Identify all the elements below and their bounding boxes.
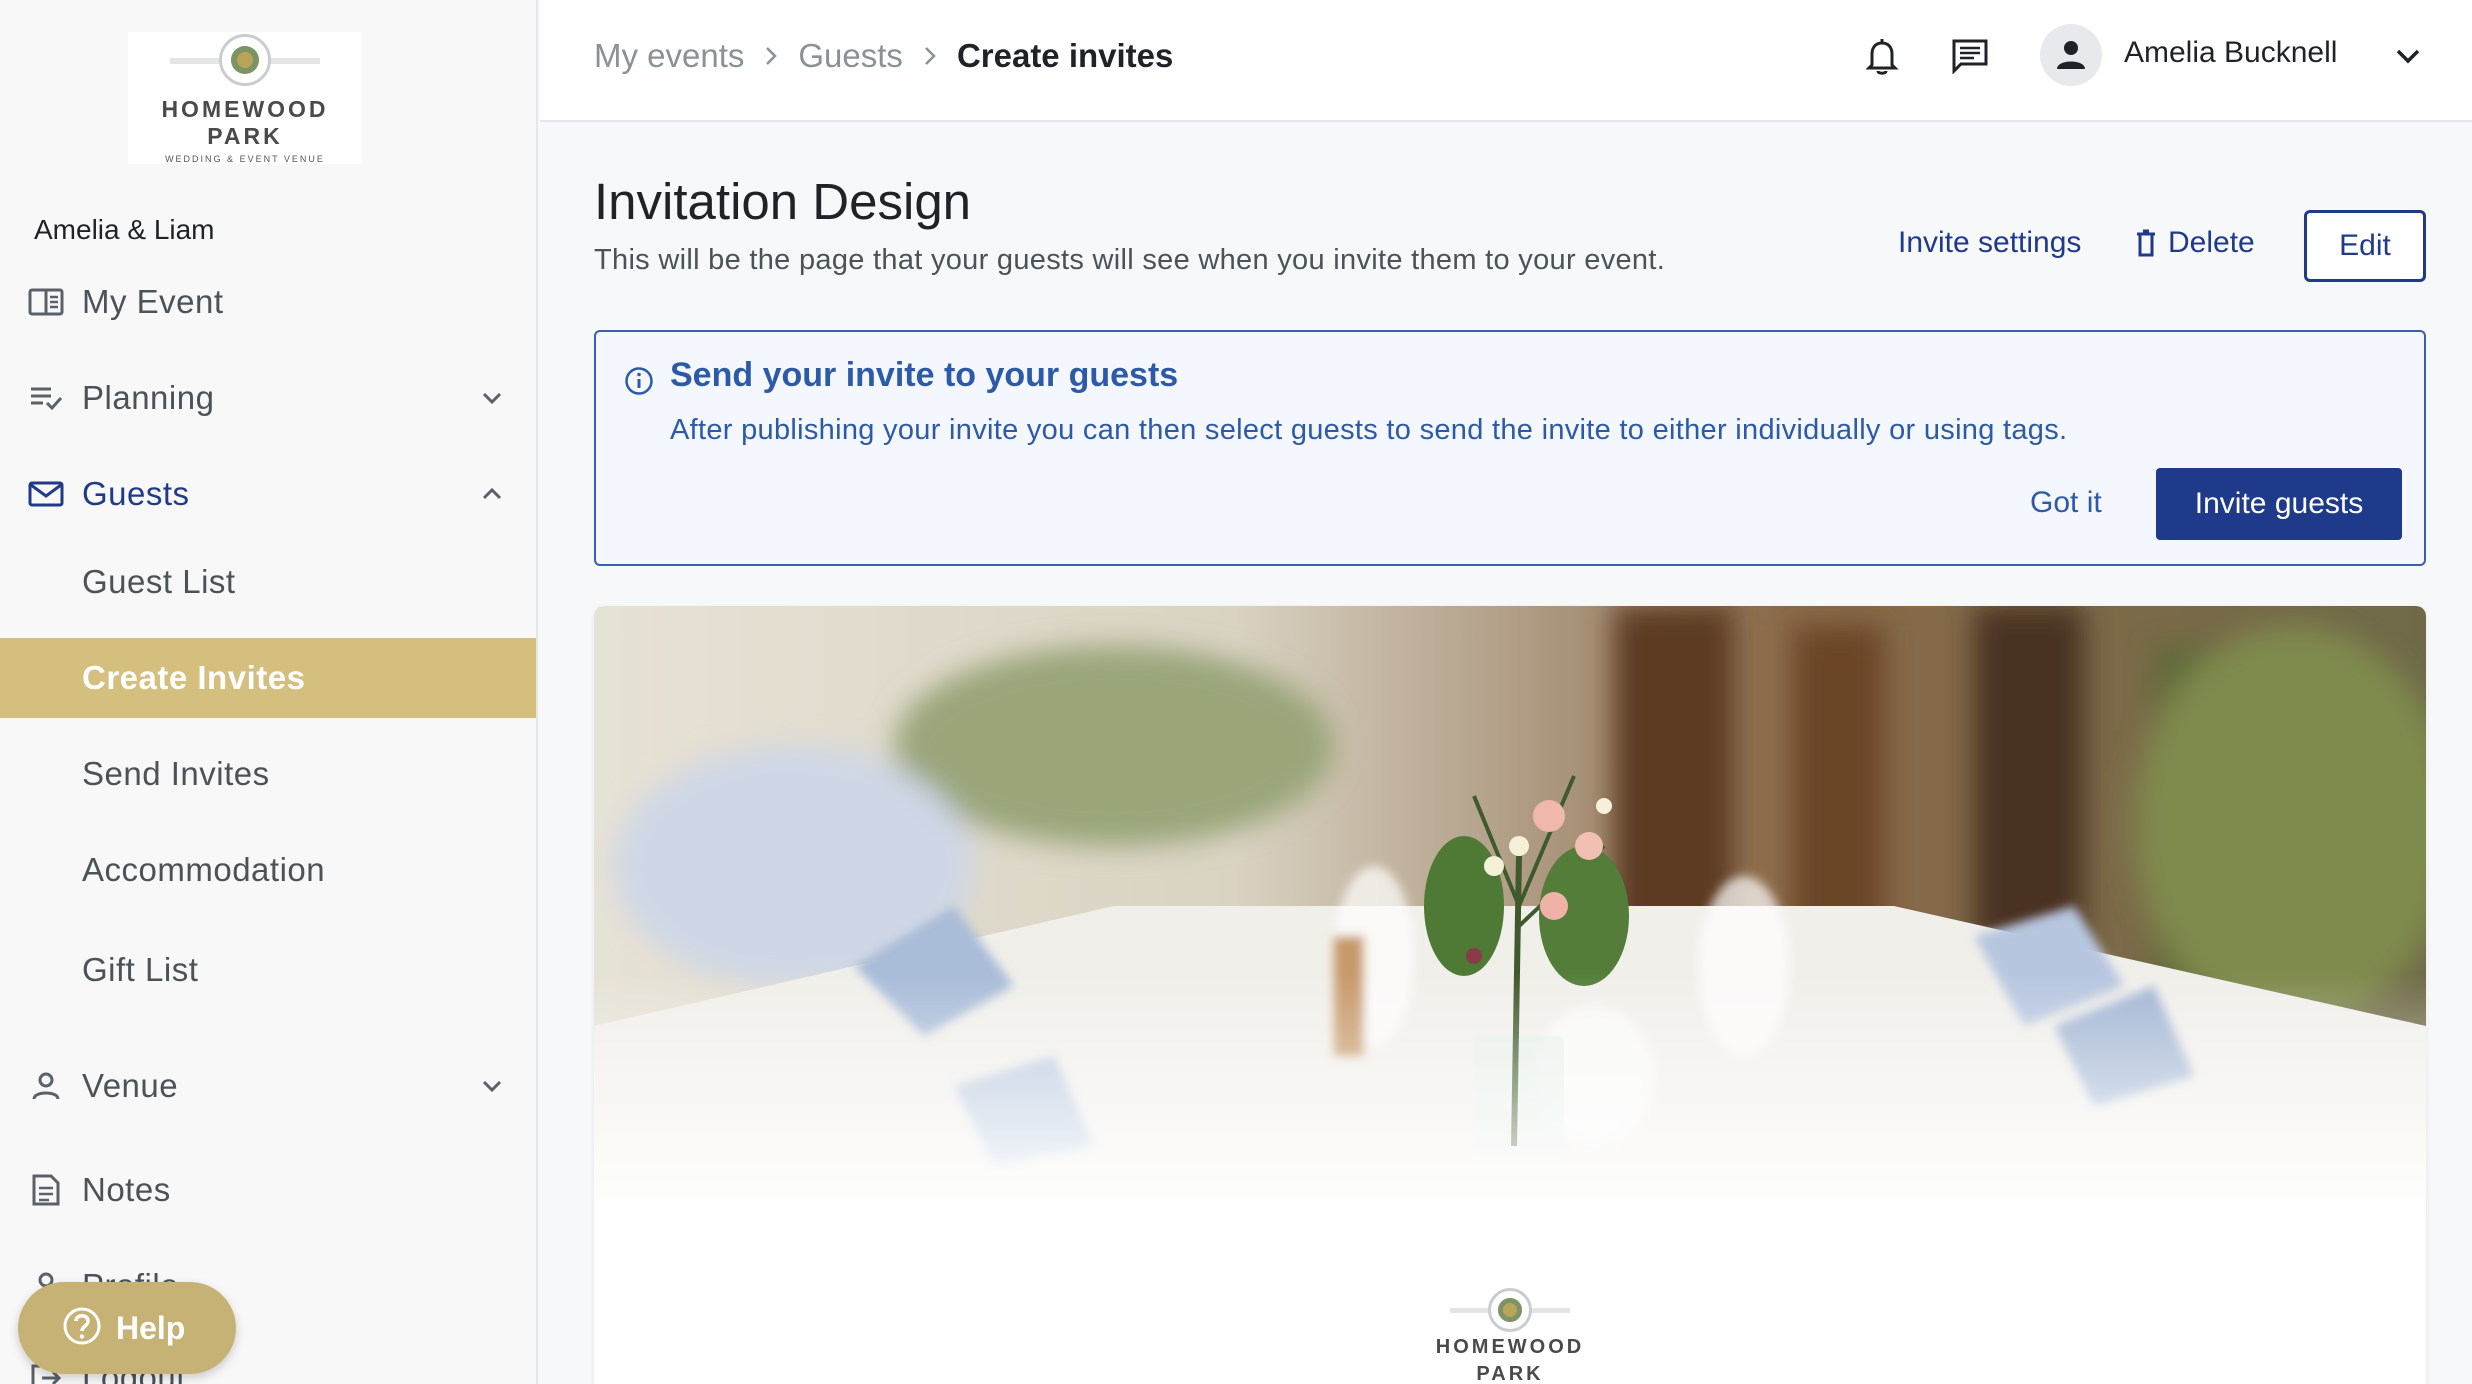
logo-emblem-icon (1450, 1288, 1570, 1332)
bell-icon[interactable] (1858, 32, 1906, 80)
mail-icon (28, 476, 64, 512)
info-notice: Send your invite to your guests After pu… (594, 330, 2426, 566)
delete-label: Delete (2168, 226, 2255, 259)
sidebar-item-notes[interactable]: Notes (0, 1150, 536, 1230)
breadcrumb: My events Guests Create invites (594, 30, 1173, 82)
notice-body: After publishing your invite you can the… (670, 414, 2068, 446)
sidebar-item-planning[interactable]: Planning (0, 358, 536, 438)
logo-tagline: WEDDING & EVENT VENUE (165, 154, 325, 164)
sidebar: HOMEWOOD PARK WEDDING & EVENT VENUE Amel… (0, 0, 538, 1384)
page-title: Invitation Design (594, 173, 972, 230)
delete-button[interactable]: Delete (2136, 226, 2255, 260)
chevron-up-icon (474, 476, 510, 512)
sidebar-subitem-label: Gift List (82, 951, 199, 988)
sidebar-item-label: Venue (82, 1067, 179, 1104)
chevron-down-icon (474, 1068, 510, 1104)
sidebar-item-label: Notes (82, 1171, 171, 1208)
chevron-right-icon (923, 45, 937, 67)
sidebar-item-my-event[interactable]: My Event (0, 262, 536, 342)
top-bar: My events Guests Create invites Amelia B… (540, 0, 2472, 122)
preview-logo-line1: HOMEWOOD (1435, 1336, 1585, 1358)
invite-preview: HOMEWOOD PARK (594, 606, 2426, 1384)
chevron-down-icon[interactable] (2388, 36, 2428, 76)
sidebar-subitem-guest-list[interactable]: Guest List (0, 542, 536, 622)
sidebar-item-guests[interactable]: Guests (0, 454, 536, 534)
sidebar-subitem-label: Create Invites (82, 659, 306, 696)
logo-emblem-icon (170, 34, 320, 86)
logo-text-line1: HOMEWOOD (161, 96, 329, 122)
info-icon (622, 364, 656, 398)
notes-icon (28, 1172, 64, 1208)
sidebar-item-label: Planning (82, 379, 215, 416)
sidebar-subitem-label: Guest List (82, 563, 236, 600)
sidebar-subitem-send-invites[interactable]: Send Invites (0, 734, 536, 814)
checklist-icon (28, 380, 64, 416)
event-name: Amelia & Liam (34, 214, 215, 245)
chat-icon[interactable] (1946, 32, 1994, 80)
preview-logo: HOMEWOOD PARK (1410, 1286, 1610, 1384)
sidebar-subitem-gift-list[interactable]: Gift List (0, 930, 536, 1010)
invite-guests-button[interactable]: Invite guests (2156, 468, 2402, 540)
user-name[interactable]: Amelia Bucknell (2124, 36, 2337, 70)
avatar-icon (2057, 41, 2085, 69)
logo-text-line2: PARK (207, 123, 283, 149)
sidebar-subitem-create-invites[interactable]: Create Invites (0, 638, 536, 718)
avatar[interactable] (2040, 24, 2102, 86)
sidebar-item-venue[interactable]: Venue (0, 1046, 536, 1126)
page-subtitle: This will be the page that your guests w… (594, 244, 1666, 276)
venue-logo[interactable]: HOMEWOOD PARK WEDDING & EVENT VENUE (128, 32, 362, 164)
help-button[interactable]: Help (18, 1282, 236, 1374)
got-it-button[interactable]: Got it (2030, 486, 2102, 520)
preview-logo-line2: PARK (1476, 1363, 1544, 1384)
notice-title: Send your invite to your guests (670, 356, 1179, 394)
sidebar-item-label: My Event (82, 283, 224, 320)
event-book-icon (28, 284, 64, 320)
sidebar-subitem-accommodation[interactable]: Accommodation (0, 830, 536, 910)
invite-settings-button[interactable]: Invite settings (1898, 226, 2081, 260)
help-label: Help (116, 1309, 186, 1346)
trash-icon (2136, 229, 2156, 257)
chevron-down-icon (474, 380, 510, 416)
breadcrumb-current: Create invites (956, 37, 1174, 74)
hero-image (594, 606, 2426, 1218)
help-icon (62, 1306, 102, 1351)
sidebar-item-label: Guests (82, 475, 190, 512)
breadcrumb-my-events[interactable]: My events (594, 37, 744, 75)
sidebar-subitem-label: Accommodation (82, 851, 326, 888)
person-icon (28, 1068, 64, 1104)
sidebar-subitem-label: Send Invites (82, 755, 270, 792)
chevron-right-icon (764, 45, 778, 67)
breadcrumb-guests[interactable]: Guests (798, 37, 903, 75)
edit-button[interactable]: Edit (2304, 210, 2426, 282)
